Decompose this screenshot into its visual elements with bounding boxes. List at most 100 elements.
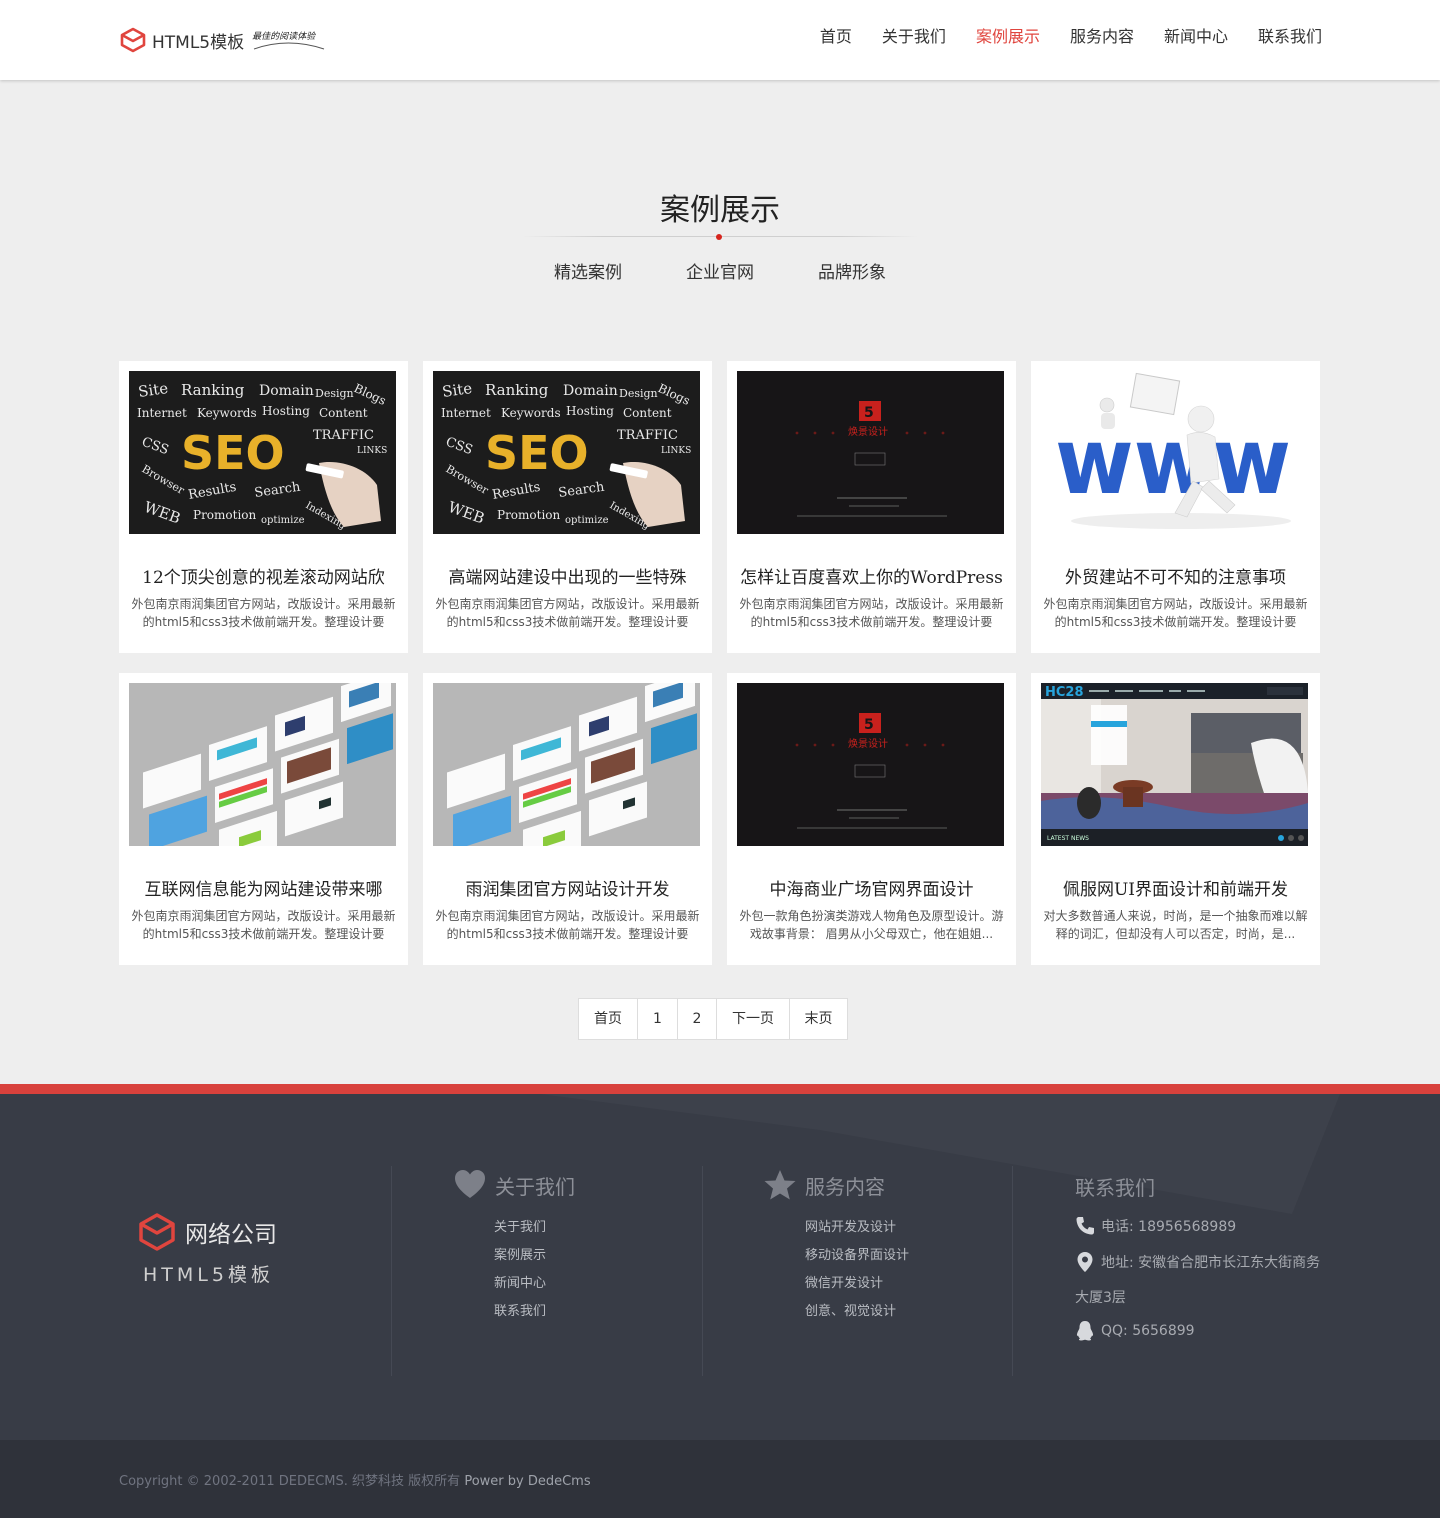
footer-link-news[interactable]: 新闻中心	[494, 1275, 546, 1303]
case-card[interactable]: www 外贸建站不可不知的注意事项 外包南京雨润集团官方网站，改版设计。采用最新…	[1031, 361, 1320, 653]
svg-text:Ranking: Ranking	[485, 381, 549, 399]
footer-link-web[interactable]: 网站开发及设计	[805, 1219, 909, 1247]
nav-services[interactable]: 服务内容	[1070, 23, 1134, 47]
svg-text:TRAFFIC: TRAFFIC	[617, 428, 678, 443]
star-icon	[764, 1170, 796, 1200]
dark-website-image: 5 焕景设计	[737, 683, 1004, 846]
nav-home[interactable]: 首页	[820, 23, 852, 47]
site-logo[interactable]: HTML5模板 最佳的阅读体验	[120, 20, 326, 60]
category-tabs: 精选案例 企业官网 品牌形象	[0, 258, 1440, 283]
cube-logo-icon	[139, 1213, 175, 1251]
footer-phone-text: 电话: 18956568989	[1101, 1219, 1237, 1235]
footer-qq: QQ: 5656899	[1075, 1320, 1195, 1342]
case-card[interactable]: Site Ranking Domain Design Blogs Interne…	[119, 361, 408, 653]
page-2[interactable]: 2	[677, 999, 716, 1039]
footer-address-line1: 地址: 安徽省合肥市长江东大街商务	[1101, 1255, 1321, 1271]
case-card[interactable]: 互联网信息能为网站建设带来哪 外包南京雨润集团官方网站，改版设计。采用最新的ht…	[119, 673, 408, 965]
nav-contact[interactable]: 联系我们	[1258, 23, 1322, 47]
footer-link-cases[interactable]: 案例展示	[494, 1247, 546, 1275]
svg-text:5: 5	[864, 405, 874, 421]
footer-link-creative[interactable]: 创意、视觉设计	[805, 1303, 909, 1331]
page-next[interactable]: 下一页	[716, 999, 789, 1039]
svg-text:HC28: HC28	[1045, 685, 1084, 700]
footer-divider	[1012, 1166, 1013, 1376]
case-card[interactable]: 5 焕景设计 怎样让百度喜欢上你的WordPress 外包南京雨润集团官方网站，…	[727, 361, 1016, 653]
footer-phone: 电话: 18956568989	[1075, 1216, 1236, 1238]
svg-text:焕景设计: 焕景设计	[848, 425, 888, 438]
tab-brand[interactable]: 品牌形象	[818, 258, 886, 283]
footer-contact-title: 联系我们	[1075, 1176, 1155, 1200]
svg-text:Promotion: Promotion	[497, 508, 561, 522]
heart-icon	[455, 1170, 485, 1198]
nav-news[interactable]: 新闻中心	[1164, 23, 1228, 47]
page-first[interactable]: 首页	[579, 999, 637, 1039]
nav-about[interactable]: 关于我们	[882, 23, 946, 47]
business-cards-image	[433, 683, 700, 846]
svg-text:5: 5	[864, 717, 874, 733]
footer-services-links: 网站开发及设计 移动设备界面设计 微信开发设计 创意、视觉设计	[805, 1219, 909, 1331]
svg-text:Internet: Internet	[137, 406, 187, 420]
svg-text:Domain: Domain	[563, 383, 618, 399]
svg-text:LINKS: LINKS	[357, 446, 387, 456]
footer-about-links: 关于我们 案例展示 新闻中心 联系我们	[494, 1219, 546, 1331]
svg-text:Content: Content	[623, 406, 672, 420]
page-1[interactable]: 1	[637, 999, 677, 1039]
svg-text:Promotion: Promotion	[193, 508, 257, 522]
footer-link-contact[interactable]: 联系我们	[494, 1303, 546, 1331]
qq-penguin-icon	[1076, 1321, 1094, 1341]
case-card[interactable]: 5 焕景设计 中海商业广场官网界面设计 外包一款角色扮演类游戏人物角色及原型设计…	[727, 673, 1016, 965]
svg-text:LINKS: LINKS	[661, 446, 691, 456]
svg-text:optimize: optimize	[565, 515, 609, 526]
footer-link-wechat[interactable]: 微信开发设计	[805, 1275, 909, 1303]
case-title: 怎样让百度喜欢上你的WordPress	[740, 568, 1003, 588]
footer-about-title: 关于我们	[495, 1174, 575, 1199]
site-header: HTML5模板 最佳的阅读体验 首页 关于我们 案例展示 服务内容 新闻中心 联…	[0, 0, 1440, 80]
footer-address: 地址: 安徽省合肥市长江东大街商务	[1075, 1251, 1320, 1275]
nav-cases[interactable]: 案例展示	[976, 23, 1040, 47]
footer-services-heading: 服务内容	[763, 1168, 885, 1202]
power-by-link[interactable]: Power by DedeCms	[464, 1474, 590, 1489]
brand-name: HTML5模板	[152, 32, 245, 53]
svg-text:LATEST NEWS: LATEST NEWS	[1047, 835, 1089, 842]
case-title: 外贸建站不可不知的注意事项	[1065, 568, 1286, 588]
svg-text:Design: Design	[619, 387, 658, 400]
case-title: 佩服网UI界面设计和前端开发	[1062, 880, 1289, 900]
tab-featured[interactable]: 精选案例	[554, 258, 622, 283]
case-title: 高端网站建设中出现的一些特殊	[448, 568, 687, 588]
case-card[interactable]: 雨润集团官方网站设计开发 外包南京雨润集团官方网站，改版设计。采用最新的html…	[423, 673, 712, 965]
footer-link-mobile[interactable]: 移动设备界面设计	[805, 1247, 909, 1275]
footer-services-title: 服务内容	[805, 1174, 885, 1199]
case-card[interactable]: Site Ranking Domain Design Blogs Interne…	[423, 361, 712, 653]
footer-logo: 网络公司	[137, 1212, 277, 1252]
case-grid: Site Ranking Domain Design Blogs Interne…	[119, 361, 1321, 965]
svg-text:Hosting: Hosting	[262, 404, 310, 418]
case-title: 中海商业广场官网界面设计	[769, 880, 974, 900]
case-card[interactable]: HC28 LATEST NEWS 佩服网UI界面设计和前端开发 对大多数普通人来…	[1031, 673, 1320, 965]
phone-icon	[1076, 1217, 1094, 1235]
title-dot	[716, 234, 722, 240]
case-desc: 外包一款角色扮演类游戏人物角色及原型设计。游戏故事背景： 眉男从小父母双亡，他在…	[739, 909, 1004, 941]
footer-divider	[702, 1166, 703, 1376]
tab-corporate[interactable]: 企业官网	[686, 258, 754, 283]
footer-link-about[interactable]: 关于我们	[494, 1219, 546, 1247]
cube-logo-icon	[120, 27, 146, 53]
svg-text:SEO: SEO	[181, 426, 285, 480]
svg-text:焕景设计: 焕景设计	[848, 737, 888, 750]
footer-shade	[540, 1094, 1340, 1214]
svg-text:Content: Content	[319, 406, 368, 420]
case-desc: 外包南京雨润集团官方网站，改版设计。采用最新的html5和css3技术做前端开发…	[435, 909, 700, 941]
brand-slogan: 最佳的阅读体验	[252, 25, 326, 55]
svg-text:Domain: Domain	[259, 383, 314, 399]
business-cards-image	[129, 683, 396, 846]
svg-text:Design: Design	[315, 387, 354, 400]
svg-text:TRAFFIC: TRAFFIC	[313, 428, 374, 443]
case-title: 互联网信息能为网站建设带来哪	[144, 880, 383, 900]
www-figure-image: www	[1041, 371, 1308, 534]
location-pin-icon	[1077, 1252, 1093, 1272]
case-desc: 外包南京雨润集团官方网站，改版设计。采用最新的html5和css3技术做前端开发…	[1043, 597, 1308, 629]
case-desc: 外包南京雨润集团官方网站，改版设计。采用最新的html5和css3技术做前端开发…	[131, 909, 396, 941]
case-desc: 对大多数普通人来说，时尚，是一个抽象而难以解释的词汇，但却没有人可以否定，时尚，…	[1043, 909, 1308, 941]
case-title: 12个顶尖创意的视差滚动网站欣	[142, 568, 385, 588]
page-last[interactable]: 末页	[789, 999, 847, 1039]
copyright: Copyright © 2002-2011 DEDECMS. 织梦科技 版权所有…	[119, 1470, 591, 1489]
